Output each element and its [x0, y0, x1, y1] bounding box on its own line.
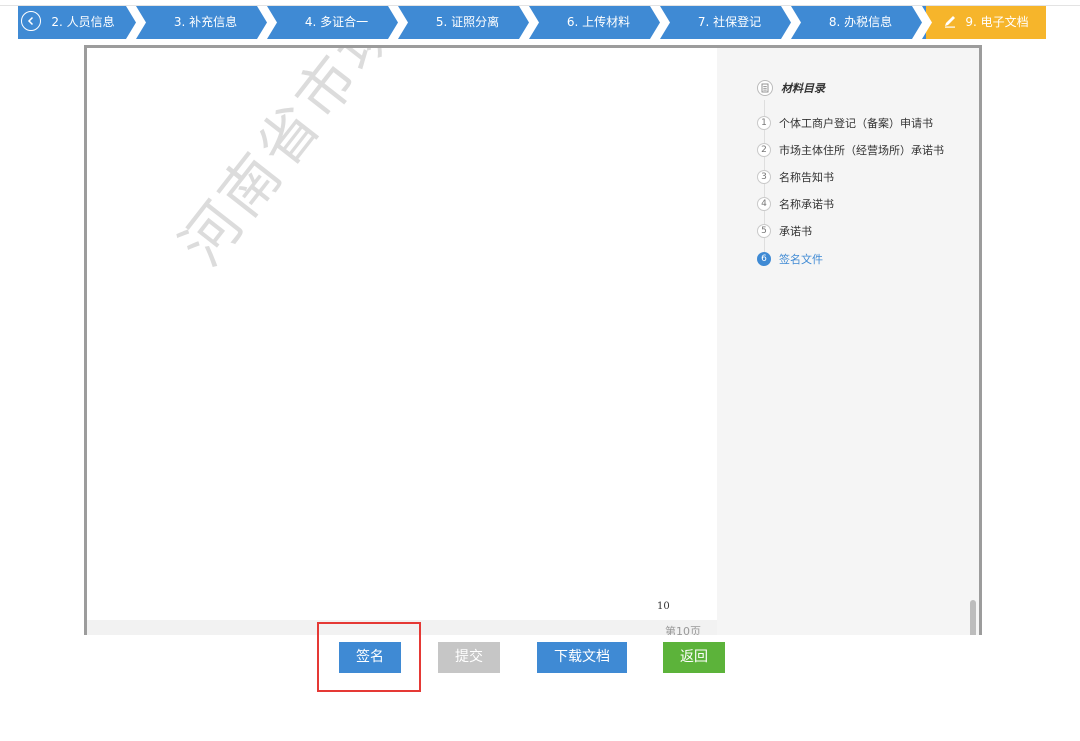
- submit-button[interactable]: 提交: [438, 642, 500, 673]
- toc-item-name-notice[interactable]: 3 名称告知书: [757, 169, 834, 185]
- toc-item-label: 市场主体住所（经营场所）承诺书: [779, 144, 944, 157]
- toc-title-label: 材料目录: [781, 82, 825, 95]
- pen-icon: [943, 8, 957, 41]
- page-number: 10: [657, 601, 670, 612]
- toc-item-commitment[interactable]: 5 承诺书: [757, 223, 812, 239]
- step-label: 8. 办税信息: [828, 15, 893, 29]
- document-viewer: 河南省市场监督管理 10 第10页 材料目录 1 个体工商户登记（备案）申请书 …: [84, 45, 982, 635]
- chevron-right-icon: [519, 6, 539, 39]
- chevron-right-icon: [126, 6, 146, 39]
- step-label: 6. 上传材料: [566, 15, 631, 29]
- toc-item-label: 名称承诺书: [779, 198, 834, 211]
- step-label: 2. 人员信息: [51, 15, 115, 29]
- document-page: 河南省市场监督管理 10: [87, 48, 717, 620]
- toc-item-label: 名称告知书: [779, 171, 834, 184]
- step-personnel-info[interactable]: 2. 人员信息: [18, 6, 146, 39]
- step-label: 3. 补充信息: [173, 15, 238, 29]
- toc-item-label: 承诺书: [779, 225, 812, 238]
- chevron-right-icon: [781, 6, 801, 39]
- material-catalog: 材料目录 1 个体工商户登记（备案）申请书 2 市场主体住所（经营场所）承诺书 …: [717, 48, 979, 635]
- step-social-security[interactable]: 7. 社保登记: [664, 6, 801, 39]
- chevron-right-icon: [388, 6, 408, 39]
- toc-item-number: 3: [757, 170, 771, 184]
- toc-item-number: 2: [757, 143, 771, 157]
- step-progress-bar: 2. 人员信息 3. 补充信息 4. 多证合一 5. 证照分离 6. 上传材料 …: [18, 6, 1046, 39]
- toc-title: 材料目录: [757, 80, 825, 96]
- chevron-right-icon: [650, 6, 670, 39]
- highlight-annotation-box: [317, 622, 421, 692]
- step-label: 9. 电子文档: [965, 15, 1029, 29]
- clipboard-icon: [757, 80, 773, 96]
- chevron-right-icon: [912, 6, 932, 39]
- back-arrow-icon[interactable]: [21, 11, 41, 31]
- watermark: 河南省市场监督管理: [157, 48, 567, 280]
- step-electronic-document[interactable]: 9. 电子文档: [926, 6, 1046, 39]
- step-multi-license[interactable]: 4. 多证合一: [271, 6, 408, 39]
- scrollbar-thumb[interactable]: [970, 600, 976, 635]
- step-label: 4. 多证合一: [304, 15, 369, 29]
- toc-item-signature-file[interactable]: 6 签名文件: [757, 251, 823, 267]
- back-button[interactable]: 返回: [663, 642, 725, 673]
- toc-item-application[interactable]: 1 个体工商户登记（备案）申请书: [757, 115, 933, 131]
- step-label: 5. 证照分离: [435, 15, 500, 29]
- download-document-button[interactable]: 下载文档: [537, 642, 627, 673]
- step-supplementary-info[interactable]: 3. 补充信息: [140, 6, 277, 39]
- toc-item-number: 5: [757, 224, 771, 238]
- chevron-right-icon: [257, 6, 277, 39]
- toc-item-label: 个体工商户登记（备案）申请书: [779, 117, 933, 130]
- toc-item-number: 1: [757, 116, 771, 130]
- toc-item-number: 6: [757, 252, 771, 266]
- page-label: 第10页: [665, 625, 701, 635]
- toc-item-address-commitment[interactable]: 2 市场主体住所（经营场所）承诺书: [757, 142, 944, 158]
- step-label: 7. 社保登记: [697, 15, 762, 29]
- toc-item-number: 4: [757, 197, 771, 211]
- toc-item-label: 签名文件: [779, 253, 823, 266]
- step-tax-info[interactable]: 8. 办税信息: [795, 6, 932, 39]
- step-license-separation[interactable]: 5. 证照分离: [402, 6, 539, 39]
- toc-item-name-commitment[interactable]: 4 名称承诺书: [757, 196, 834, 212]
- step-upload-materials[interactable]: 6. 上传材料: [533, 6, 670, 39]
